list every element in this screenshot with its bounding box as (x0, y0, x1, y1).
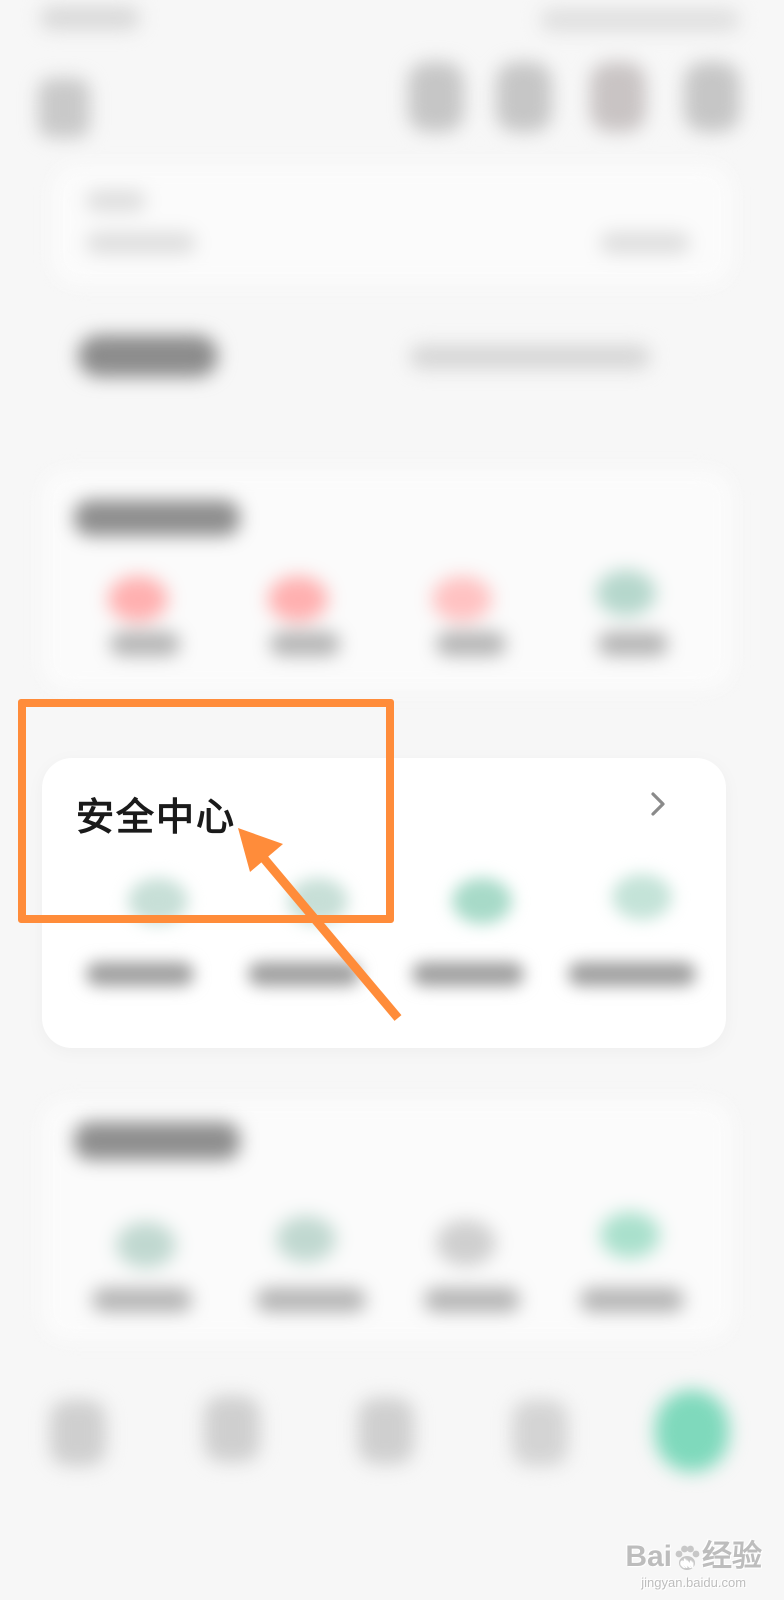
annotation-arrow (238, 828, 402, 1021)
watermark-brand-suffix: 经验 (702, 1540, 762, 1573)
svg-text:du: du (681, 1559, 693, 1570)
watermark-url: jingyan.baidu.com (641, 1575, 747, 1590)
baidu-jingyan-watermark: Bai du 经验 jingyan.baidu.com (625, 1531, 762, 1590)
watermark-brand-prefix: Bai (625, 1540, 672, 1573)
baidu-paw-icon: du (675, 1545, 700, 1571)
app-screen: 安全中心 Bai du 经验 jingyan.baidu.com (0, 0, 784, 1600)
